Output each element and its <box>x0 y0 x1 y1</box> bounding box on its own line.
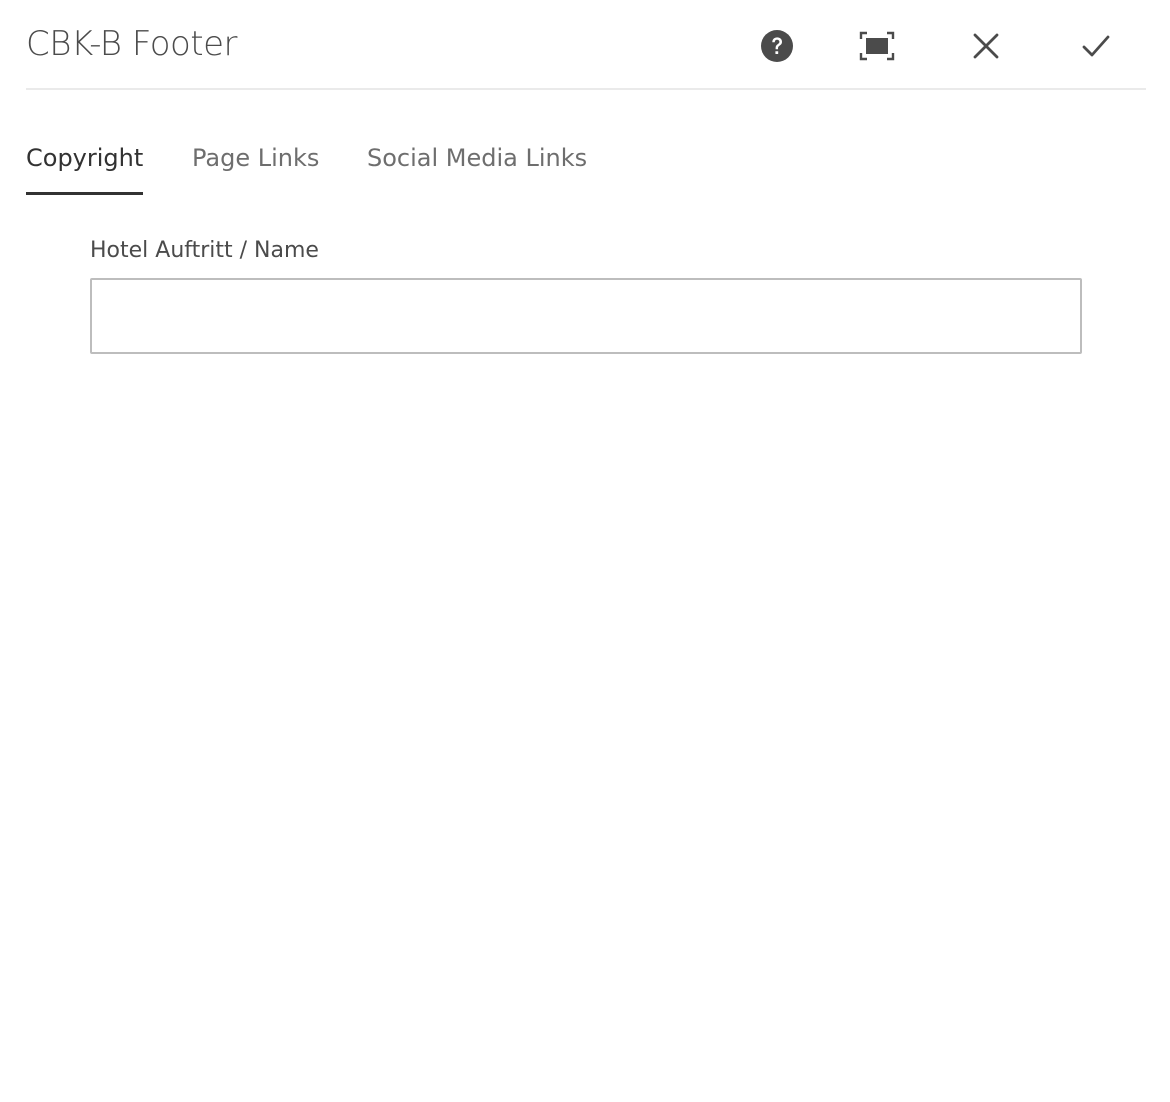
help-button[interactable] <box>755 24 799 68</box>
fullscreen-button[interactable] <box>855 24 899 68</box>
help-circle-icon <box>761 30 793 62</box>
dialog-header: CBK-B Footer <box>26 0 1146 90</box>
hotel-name-input[interactable] <box>90 278 1082 354</box>
checkmark-icon <box>1082 35 1110 57</box>
close-button[interactable] <box>964 24 1008 68</box>
dialog-title: CBK-B Footer <box>26 24 238 64</box>
tab-social-media-links[interactable]: Social Media Links <box>367 130 587 192</box>
edit-dialog: CBK-B Footer Copyright Page Links Social… <box>0 0 1170 1102</box>
close-icon <box>973 33 999 59</box>
tab-page-links[interactable]: Page Links <box>192 130 319 192</box>
hotel-name-label: Hotel Auftritt / Name <box>90 238 319 263</box>
fullscreen-icon <box>859 31 895 61</box>
tab-copyright[interactable]: Copyright <box>26 130 144 195</box>
done-button[interactable] <box>1074 24 1118 68</box>
